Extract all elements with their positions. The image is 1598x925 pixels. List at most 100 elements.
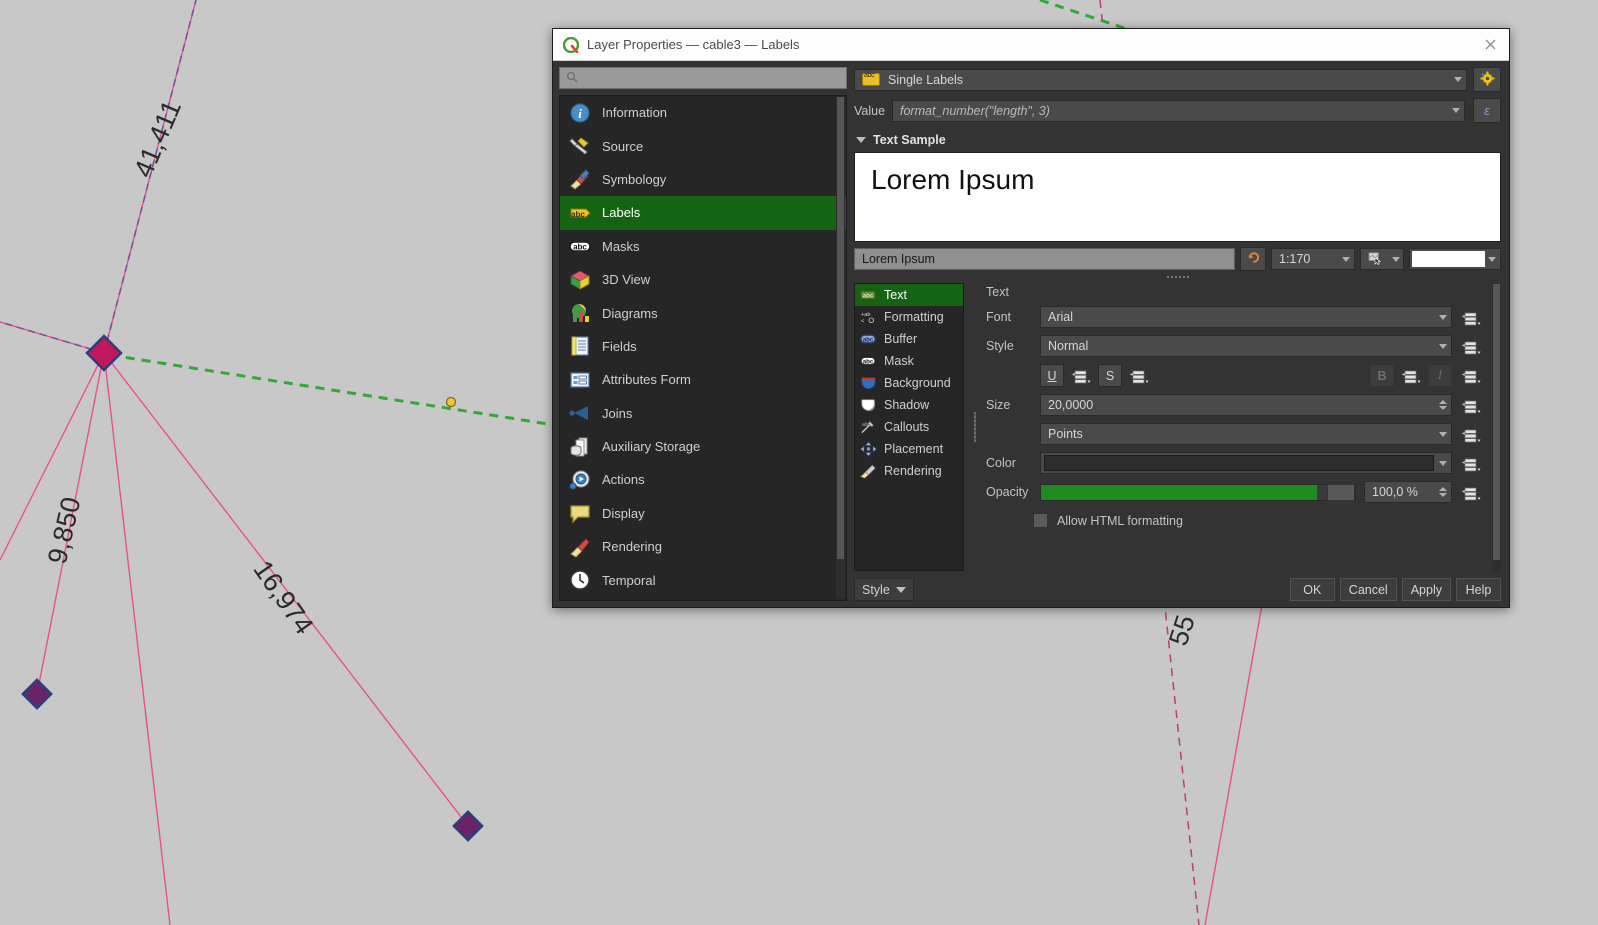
tab-rendering[interactable]: Rendering xyxy=(855,460,963,482)
svg-text:abc: abc xyxy=(863,336,874,343)
bold-override-button[interactable] xyxy=(1400,366,1422,385)
apply-button[interactable]: Apply xyxy=(1401,578,1451,601)
display-icon xyxy=(568,501,592,525)
format-panel-scrollbar[interactable] xyxy=(1492,283,1501,571)
sidebar-item-temporal[interactable]: Temporal xyxy=(560,563,846,596)
font-style-select[interactable]: Normal xyxy=(1040,335,1452,357)
style-menu-button[interactable]: Style xyxy=(854,578,914,601)
style-override-button[interactable] xyxy=(1460,337,1482,356)
tab-label: Rendering xyxy=(884,464,942,478)
italic-button[interactable]: I xyxy=(1428,364,1452,387)
value-expression-select[interactable]: format_number("length", 3) xyxy=(892,99,1465,122)
underline-button[interactable]: U xyxy=(1040,364,1064,387)
splitter-grip[interactable] xyxy=(1158,274,1198,279)
text-sample-input[interactable]: Lorem Ipsum xyxy=(854,248,1235,270)
text-sample-heading: Text Sample xyxy=(873,133,946,147)
rendering-brush-icon xyxy=(860,463,877,479)
sidebar-item-auxiliary-storage[interactable]: Auxiliary Storage xyxy=(560,430,846,463)
revert-sample-button[interactable] xyxy=(1240,247,1266,271)
sidebar-item-rendering[interactable]: Rendering xyxy=(560,530,846,563)
sidebar-item-label: Rendering xyxy=(602,539,662,555)
italic-override-button[interactable] xyxy=(1460,366,1482,385)
stepper-icon[interactable] xyxy=(1439,400,1447,410)
text-sample-header[interactable]: Text Sample xyxy=(856,133,1501,147)
labels-settings-button[interactable] xyxy=(1473,67,1501,92)
tab-label: Callouts xyxy=(884,420,930,434)
sidebar-item-source[interactable]: Source xyxy=(560,129,846,162)
chevron-down-icon xyxy=(1392,256,1400,262)
masks-icon: abc xyxy=(568,234,592,258)
color-override-button[interactable] xyxy=(1460,454,1482,473)
data-defined-override-icon xyxy=(1461,458,1481,471)
cancel-button[interactable]: Cancel xyxy=(1339,578,1397,601)
tab-shadow[interactable]: Shadow xyxy=(855,394,963,416)
callouts-icon: abc xyxy=(860,419,877,435)
svg-text:abc: abc xyxy=(573,243,587,252)
size-unit-override-button[interactable] xyxy=(1460,425,1482,444)
sidebar-item-label: Information xyxy=(602,105,668,121)
svg-text:abc: abc xyxy=(863,358,874,365)
sidebar-item-fields[interactable]: Fields xyxy=(560,330,846,363)
panel-splitter[interactable] xyxy=(972,283,978,571)
sidebar-item-diagrams[interactable]: Diagrams xyxy=(560,296,846,329)
sample-background-color-button[interactable] xyxy=(1409,248,1501,270)
sidebar-item-masks[interactable]: abc Masks xyxy=(560,230,846,263)
opacity-value: 100,0 % xyxy=(1372,485,1418,499)
sample-map-units-button[interactable] xyxy=(1360,248,1404,270)
tab-text[interactable]: abc Text xyxy=(855,284,963,306)
ok-button[interactable]: OK xyxy=(1289,578,1335,601)
tab-buffer[interactable]: abc Buffer xyxy=(855,328,963,350)
sidebar-item-label: Symbology xyxy=(602,171,667,187)
font-size-spinner[interactable]: 20,0000 xyxy=(1040,394,1452,416)
expression-editor-button[interactable]: ε xyxy=(1473,98,1501,123)
underline-override-button[interactable] xyxy=(1070,366,1092,385)
chevron-down-icon xyxy=(1439,460,1447,466)
sidebar-item-display[interactable]: Display xyxy=(560,497,846,530)
search-box[interactable] xyxy=(559,67,847,89)
tab-formatting[interactable]: +ab < Formatting xyxy=(855,306,963,328)
sidebar-item-3d-view[interactable]: 3D View xyxy=(560,263,846,296)
tab-label: Placement xyxy=(884,442,944,456)
opacity-override-button[interactable] xyxy=(1460,483,1482,502)
chevron-down-icon xyxy=(1439,343,1447,349)
close-icon[interactable] xyxy=(1475,32,1505,58)
sidebar-item-label: Labels xyxy=(602,205,641,221)
labels-icon: abc xyxy=(568,201,592,225)
strikethrough-override-button[interactable] xyxy=(1128,366,1150,385)
font-override-button[interactable] xyxy=(1460,308,1482,327)
strikethrough-button[interactable]: S xyxy=(1098,364,1122,387)
bold-button[interactable]: B xyxy=(1370,364,1394,387)
sidebar-item-joins[interactable]: Joins xyxy=(560,397,846,430)
3d-view-icon xyxy=(568,268,592,292)
opacity-spinner[interactable]: 100,0 % xyxy=(1364,481,1452,503)
sample-scale-select[interactable]: 1:170 xyxy=(1271,248,1355,270)
chevron-down-icon xyxy=(1452,108,1460,113)
tab-callouts[interactable]: abc Callouts xyxy=(855,416,963,438)
sidebar-item-actions[interactable]: Actions xyxy=(560,463,846,496)
sidebar-item-symbology[interactable]: Symbology xyxy=(560,163,846,196)
font-select[interactable]: Arial xyxy=(1040,306,1452,328)
tab-placement[interactable]: Placement xyxy=(855,438,963,460)
qgis-logo-icon xyxy=(562,36,580,53)
sidebar-scrollbar[interactable] xyxy=(836,97,845,599)
tab-background[interactable]: Background xyxy=(855,372,963,394)
sidebar-item-information[interactable]: i Information xyxy=(560,96,846,129)
size-override-button[interactable] xyxy=(1460,396,1482,415)
style-label: Style xyxy=(986,339,1014,353)
help-button[interactable]: Help xyxy=(1456,578,1501,601)
sidebar-item-label: Joins xyxy=(602,405,633,421)
map-units-icon xyxy=(1368,251,1382,268)
tab-mask[interactable]: abc Mask xyxy=(855,350,963,372)
size-unit-select[interactable]: Points xyxy=(1040,423,1452,445)
slider-handle[interactable] xyxy=(1327,483,1355,501)
allow-html-checkbox[interactable] xyxy=(1033,513,1048,528)
sidebar-item-attributes-form[interactable]: Attributes Form xyxy=(560,363,846,396)
text-color-button[interactable] xyxy=(1040,452,1452,474)
stepper-icon[interactable] xyxy=(1439,487,1447,497)
opacity-slider[interactable] xyxy=(1040,483,1356,501)
label-mode-select[interactable]: Single Labels xyxy=(854,68,1467,91)
sidebar-item-labels[interactable]: abc Labels xyxy=(560,196,846,230)
size-unit-value: Points xyxy=(1048,427,1083,441)
rendering-icon xyxy=(568,535,592,559)
search-input[interactable] xyxy=(583,70,840,86)
